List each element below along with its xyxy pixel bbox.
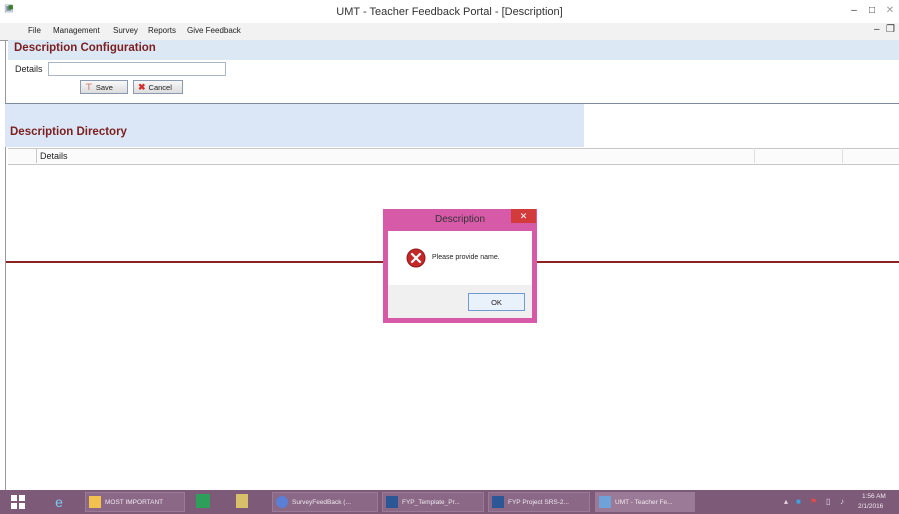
error-icon (406, 248, 426, 268)
cancel-icon: ✖ (138, 81, 146, 92)
grid-column-details[interactable]: Details (40, 151, 68, 161)
save-button[interactable]: ⊤ Save (80, 80, 128, 94)
tray-battery-icon[interactable]: ▯ (826, 497, 830, 506)
word-icon (386, 496, 398, 509)
clock-date[interactable]: 2/1/2016 (858, 503, 883, 510)
maximize-button[interactable]: □ (864, 4, 880, 18)
clock-time[interactable]: 1:56 AM (862, 493, 886, 500)
grid-row-header (8, 148, 37, 163)
dialog-close-button[interactable]: ✕ (511, 209, 536, 223)
visual-studio-icon (276, 496, 288, 509)
mdi-minimize-button[interactable]: – (874, 24, 880, 35)
word-icon (492, 496, 504, 509)
tray-network-icon[interactable]: ■ (796, 497, 801, 506)
tray-chevron-icon[interactable]: ▴ (784, 497, 788, 506)
taskbar-item-most-important[interactable]: MOST IMPORTANT (85, 492, 185, 512)
ok-button[interactable]: OK (468, 293, 525, 311)
details-label: Details (15, 64, 43, 74)
store-app-icon[interactable] (196, 492, 216, 512)
mdi-restore-button[interactable]: ❐ (886, 24, 895, 35)
app-window-icon (599, 496, 611, 509)
folder-icon (89, 496, 101, 509)
close-window-button[interactable]: ✕ (882, 4, 898, 18)
menu-management[interactable]: Management (50, 25, 103, 36)
menu-app-icon: ■ (8, 2, 14, 12)
taskbar-item-fyp-template[interactable]: FYP_Template_Pr... (382, 492, 484, 512)
grid-header (8, 148, 899, 165)
cancel-label: Cancel (148, 82, 172, 92)
menu-give-feedback[interactable]: Give Feedback (184, 25, 244, 36)
menu-survey[interactable]: Survey (110, 25, 141, 36)
tools-icon[interactable] (236, 492, 258, 512)
taskbar-item-fyp-project-srs[interactable]: FYP Project SRS-2... (488, 492, 590, 512)
save-icon: ⊤ (85, 81, 93, 92)
grid-column-separator (842, 148, 843, 163)
tray-flag-icon[interactable]: ⚑ (810, 497, 817, 506)
cancel-button[interactable]: ✖ Cancel (133, 80, 183, 94)
details-input[interactable] (48, 62, 226, 76)
windows-start-icon[interactable] (10, 494, 26, 510)
directory-title: Description Directory (10, 126, 127, 138)
menu-file[interactable]: File (25, 25, 44, 36)
taskbar-item-surveyfeedback[interactable]: SurveyFeedBack (... (272, 492, 378, 512)
config-title: Description Configuration (14, 42, 156, 54)
dialog-message: Please provide name. (432, 254, 500, 261)
window-title: UMT - Teacher Feedback Portal - [Descrip… (336, 6, 563, 18)
internet-explorer-icon[interactable]: e (48, 492, 70, 512)
menu-reports[interactable]: Reports (145, 25, 179, 36)
tray-volume-icon[interactable]: ♪ (840, 497, 844, 506)
grid-column-separator (754, 148, 755, 163)
save-label: Save (95, 82, 113, 92)
minimize-button[interactable]: – (846, 4, 862, 18)
taskbar-item-umt-teacher[interactable]: UMT - Teacher Fe... (595, 492, 695, 512)
